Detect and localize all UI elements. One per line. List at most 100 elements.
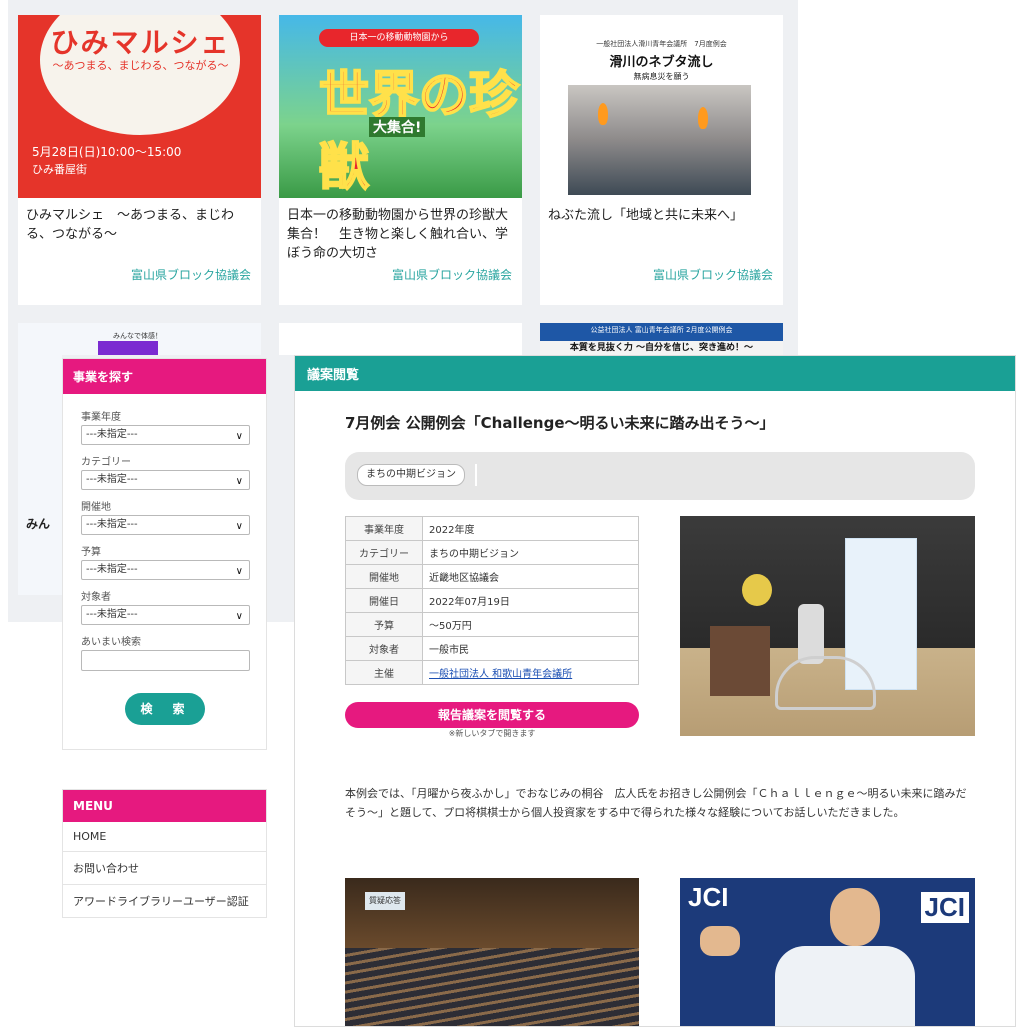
- event-card[interactable]: 一般社団法人滑川青年会議所 7月度例会 滑川のネブタ流し 無病息災を願う ねぶた…: [540, 15, 783, 305]
- select-value: ---未指定---: [86, 474, 138, 485]
- podium: [710, 626, 770, 696]
- info-value: ～50万円: [422, 612, 639, 637]
- table-row: 事業年度 2022年度: [345, 516, 639, 541]
- select-value: ---未指定---: [86, 564, 138, 575]
- category-tag[interactable]: まちの中期ビジョン: [357, 464, 465, 486]
- screen-label: 質疑応答: [365, 892, 405, 910]
- speaker-head: [830, 888, 880, 946]
- thumbnail-banner: 日本一の移動動物園から: [319, 29, 479, 47]
- budget-select[interactable]: ---未指定--- ∨: [81, 560, 250, 580]
- event-organizer[interactable]: 富山県ブロック協議会: [540, 262, 783, 283]
- panel-header: 議案閲覧: [295, 356, 1015, 391]
- menu-item-contact[interactable]: お問い合わせ: [63, 851, 266, 884]
- thumbnail-graphic: [98, 341, 158, 355]
- info-value: 一般市民: [422, 636, 639, 661]
- jci-logo: JCI: [688, 882, 729, 912]
- chevron-down-icon: ∨: [235, 611, 243, 622]
- menu-panel: MENU HOME お問い合わせ アワードライブラリーユーザー認証: [62, 789, 267, 918]
- jci-logo: JCI: [920, 892, 969, 923]
- info-key: 対象者: [345, 636, 423, 661]
- speaker-figure: [798, 604, 824, 664]
- field-label-audience: 対象者: [81, 592, 111, 603]
- table-row: 対象者 一般市民: [345, 636, 639, 661]
- field-label-budget: 予算: [81, 547, 101, 558]
- event-organizer[interactable]: 富山県ブロック協議会: [279, 262, 522, 283]
- info-table: 事業年度 2022年度 カテゴリー まちの中期ビジョン 開催地 近畿地区協議会 開催日…: [345, 516, 639, 685]
- field-label-category: カテゴリー: [81, 457, 131, 468]
- table-row: 開催日 2022年07月19日: [345, 588, 639, 613]
- event-thumbnail[interactable]: ひみマルシェ ～あつまる、まじわる、つながる～ 5月28日(日)10:00～15…: [18, 15, 261, 198]
- fuzzy-search-input[interactable]: [81, 650, 250, 671]
- event-title[interactable]: 日本一の移動動物園から世界の珍獣大集合！ 生き物と楽しく触れ合い、学ぼう命の大切…: [279, 198, 522, 262]
- menu-item-award-library-auth[interactable]: アワードライブラリーユーザー認証: [63, 884, 266, 917]
- page-title: 7月例会 公開例会「Challenge～明るい未来に踏み出そう～」: [345, 414, 775, 432]
- event-card-partial[interactable]: 公益社団法人 富山青年会議所 2月度公開例会 本質を見抜く力 ～自分を信じ、突き…: [540, 323, 783, 355]
- select-value: ---未指定---: [86, 429, 138, 440]
- proposal-view-panel: 議案閲覧 7月例会 公開例会「Challenge～明るい未来に踏み出そう～」 ま…: [294, 355, 1016, 1027]
- info-value: 2022年度: [422, 516, 639, 541]
- field-label-venue: 開催地: [81, 502, 111, 513]
- thumbnail-heading: ひみマルシェ: [50, 26, 231, 59]
- thumbnail-place: ひみ番屋街: [32, 163, 87, 176]
- thumbnail-line: 公益社団法人 富山青年会議所 2月度公開例会: [590, 326, 733, 334]
- event-photo: [680, 516, 975, 736]
- thumbnail-line: 一般社団法人滑川青年会議所 7月度例会: [596, 40, 727, 48]
- table-row: 予算 ～50万円: [345, 612, 639, 637]
- view-report-button[interactable]: 報告議案を閲覧する: [345, 702, 639, 728]
- info-key: 開催日: [345, 588, 423, 613]
- table-row: 主催 一般社団法人 和歌山青年会議所: [345, 660, 639, 685]
- chevron-down-icon: ∨: [235, 566, 243, 577]
- thumbnail-caption: みんなで体感！: [113, 332, 162, 340]
- event-card-partial[interactable]: [279, 323, 522, 355]
- audience-seats: [345, 948, 639, 1026]
- event-organizer[interactable]: 富山県ブロック協議会: [18, 262, 261, 283]
- info-key: カテゴリー: [345, 540, 423, 565]
- thumbnail-subheading: ～あつまる、まじわる、つながる～: [52, 59, 229, 72]
- venue-select[interactable]: ---未指定--- ∨: [81, 515, 250, 535]
- chevron-down-icon: ∨: [235, 476, 243, 487]
- search-panel-heading: 事業を探す: [63, 359, 266, 394]
- year-select[interactable]: ---未指定--- ∨: [81, 425, 250, 445]
- thumbnail-heading: 本質を見抜く力 ～自分を信じ、突き進め！～: [540, 341, 783, 355]
- chevron-down-icon: ∨: [235, 431, 243, 442]
- info-value: 近畿地区協議会: [422, 564, 639, 589]
- select-value: ---未指定---: [86, 519, 138, 530]
- audience-photo: 質疑応答: [345, 878, 639, 1026]
- table-row: カテゴリー まちの中期ビジョン: [345, 540, 639, 565]
- speaker-hand: [700, 926, 740, 956]
- info-value: まちの中期ビジョン: [422, 540, 639, 565]
- category-select[interactable]: ---未指定--- ∨: [81, 470, 250, 490]
- speaker-shirt: [775, 946, 915, 1026]
- field-label-year: 事業年度: [81, 412, 121, 423]
- table-row: 開催地 近畿地区協議会: [345, 564, 639, 589]
- search-panel: 事業を探す 事業年度 ---未指定--- ∨ カテゴリー ---未指定--- ∨ 開…: [62, 358, 267, 750]
- bicycle: [775, 656, 876, 710]
- event-thumbnail[interactable]: 一般社団法人滑川青年会議所 7月度例会 滑川のネブタ流し 無病息災を願う: [540, 15, 783, 198]
- event-description: 本例会では、「月曜から夜ふかし」でおなじみの桐谷 広人氏をお招きし公開例会「Ｃｈ…: [345, 787, 967, 819]
- info-key: 予算: [345, 612, 423, 637]
- tag-bar: まちの中期ビジョン: [345, 452, 975, 500]
- menu-heading: MENU: [63, 790, 266, 822]
- event-card-partial[interactable]: みんなで体感！: [18, 323, 261, 355]
- info-key: 主催: [345, 660, 423, 685]
- event-title[interactable]: ひみマルシェ ～あつまる、まじわる、つながる～: [18, 198, 261, 262]
- torch-flame: [598, 103, 608, 125]
- info-key: 事業年度: [345, 516, 423, 541]
- event-card[interactable]: 日本一の移動動物園から 世界の珍獣 大集合! 日本一の移動動物園から世界の珍獣大…: [279, 15, 522, 305]
- info-value: 2022年07月19日: [422, 588, 639, 613]
- field-label-fuzzy-search: あいまい検索: [81, 637, 141, 648]
- event-card[interactable]: ひみマルシェ ～あつまる、まじわる、つながる～ 5月28日(日)10:00～15…: [18, 15, 261, 305]
- thumbnail-date: 5月28日(日)10:00～15:00: [32, 145, 182, 159]
- menu-item-home[interactable]: HOME: [63, 822, 266, 851]
- organizer-link[interactable]: 一般社団法人 和歌山青年会議所: [422, 660, 639, 685]
- speaker-photo: JCI JCI: [680, 878, 975, 1026]
- info-key: 開催地: [345, 564, 423, 589]
- thumbnail-photo: [568, 85, 751, 195]
- report-note: ※新しいタブで開きます: [448, 729, 536, 738]
- audience-select[interactable]: ---未指定--- ∨: [81, 605, 250, 625]
- torch-flame: [698, 107, 708, 129]
- event-thumbnail[interactable]: 日本一の移動動物園から 世界の珍獣 大集合!: [279, 15, 522, 198]
- flower-bouquet: [742, 574, 772, 606]
- event-title[interactable]: ねぶた流し「地域と共に未来へ」: [540, 198, 783, 262]
- search-button[interactable]: 検 索: [124, 693, 205, 725]
